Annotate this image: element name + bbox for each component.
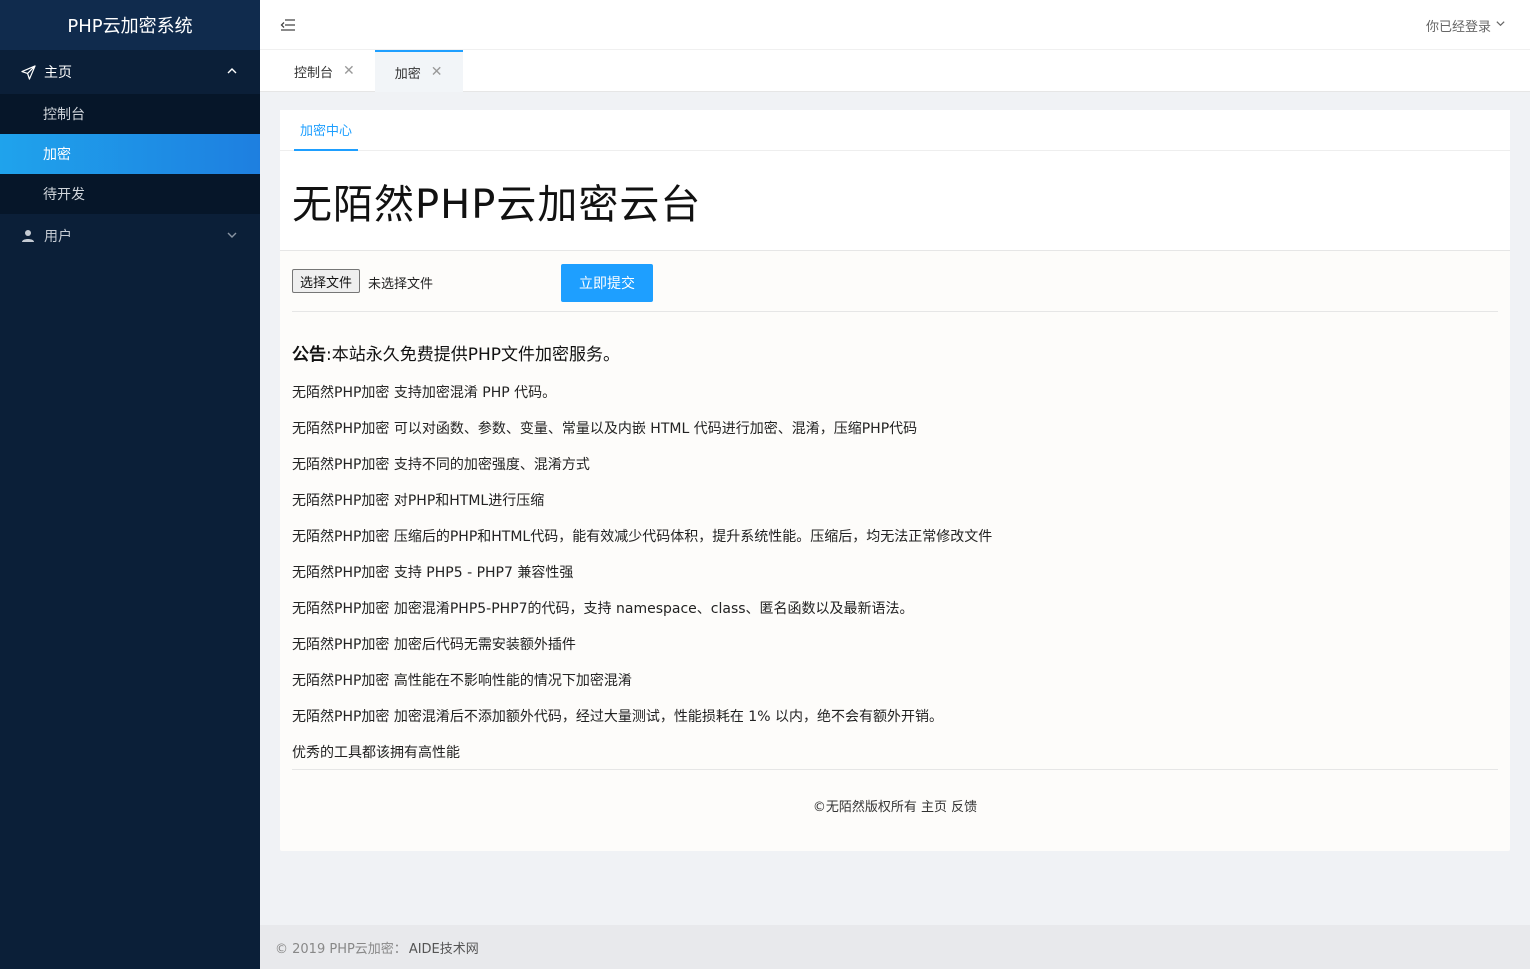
hero: 无陌然PHP云加密云台 bbox=[280, 151, 1510, 251]
notice: 公告:本站永久免费提供PHP文件加密服务。 bbox=[292, 340, 1498, 365]
footer-text: © 2019 PHP云加密： bbox=[275, 941, 407, 957]
chevron-down-icon bbox=[1495, 18, 1506, 33]
feature-line: 无陌然PHP加密 支持不同的加密强度、混淆方式 bbox=[292, 457, 590, 473]
paper-plane-icon bbox=[20, 64, 36, 80]
divider bbox=[292, 769, 1498, 770]
user-menu-label: 你已经登录 bbox=[1425, 20, 1491, 35]
tab-encrypt[interactable]: 加密 ✕ bbox=[374, 50, 463, 92]
feature-line: 无陌然PHP加密 可以对函数、参数、变量、常量以及内嵌 HTML 代码进行加密、… bbox=[292, 421, 918, 437]
feature-line: 无陌然PHP加密 加密混淆PHP5-PHP7的代码，支持 namespace、c… bbox=[292, 601, 914, 617]
chevron-up-icon bbox=[226, 65, 238, 81]
feature-line: 无陌然PHP加密 对PHP和HTML进行压缩 bbox=[292, 493, 545, 509]
user-icon bbox=[20, 228, 36, 244]
card-footer: ©无陌然版权所有 主页 反馈 bbox=[280, 796, 1510, 815]
notice-content: 公告:本站永久免费提供PHP文件加密服务。 无陌然PHP加密 支持加密混淆 PH… bbox=[292, 340, 1498, 779]
feature-line: 无陌然PHP加密 压缩后的PHP和HTML代码，能有效减少代码体积，提升系统性能… bbox=[292, 529, 993, 545]
footer-link-feedback[interactable]: 反馈 bbox=[951, 800, 977, 815]
top-header: 你已经登录 bbox=[260, 0, 1530, 50]
close-icon[interactable]: ✕ bbox=[343, 63, 355, 79]
tab-encrypt-center[interactable]: 加密中心 bbox=[294, 110, 359, 151]
tab-console[interactable]: 控制台 ✕ bbox=[260, 50, 375, 92]
feature-line: 无陌然PHP加密 高性能在不影响性能的情况下加密混淆 bbox=[292, 673, 632, 689]
notice-label: 公告 bbox=[292, 345, 326, 365]
tab-label: 加密 bbox=[394, 66, 421, 82]
sidebar-item-console[interactable]: 控制台 bbox=[0, 94, 260, 134]
feature-line: 无陌然PHP加密 支持加密混淆 PHP 代码。 bbox=[292, 385, 557, 401]
sidebar-item-pending[interactable]: 待开发 bbox=[0, 174, 260, 214]
page-footer: © 2019 PHP云加密： AIDE技术网 bbox=[260, 925, 1530, 969]
footer-brand-link[interactable]: AIDE技术网 bbox=[409, 938, 479, 957]
sidebar-group-label: 主页 bbox=[44, 65, 72, 81]
feature-line: 优秀的工具都该拥有高性能 bbox=[292, 745, 460, 761]
page-title: 无陌然PHP云加密云台 bbox=[292, 181, 702, 228]
sidebar-group-label: 用户 bbox=[44, 229, 72, 245]
page-tabs: 控制台 ✕ 加密 ✕ bbox=[260, 50, 1530, 92]
footer-link-home[interactable]: 主页 bbox=[921, 800, 947, 815]
app-logo[interactable]: PHP云加密系统 bbox=[0, 0, 260, 50]
menu-toggle-icon[interactable] bbox=[280, 17, 296, 37]
feature-line: 无陌然PHP加密 加密后代码无需安装额外插件 bbox=[292, 637, 576, 653]
user-menu[interactable]: 你已经登录 bbox=[1426, 16, 1506, 35]
choose-file-button[interactable]: 选择文件 bbox=[292, 269, 361, 293]
notice-text: :本站永久免费提供PHP文件加密服务。 bbox=[326, 345, 621, 365]
tab-label: 控制台 bbox=[294, 65, 334, 81]
sidebar-group-user[interactable]: 用户 bbox=[0, 214, 260, 258]
submit-button[interactable]: 立即提交 bbox=[561, 264, 653, 302]
card-tabs: 加密中心 bbox=[280, 110, 1510, 151]
sidebar-item-encrypt[interactable]: 加密 bbox=[0, 134, 260, 174]
feature-line: 无陌然PHP加密 支持 PHP5 - PHP7 兼容性强 bbox=[292, 565, 574, 581]
sidebar-group-home[interactable]: 主页 bbox=[0, 50, 260, 94]
feature-line: 无陌然PHP加密 加密混淆后不添加额外代码，经过大量测试，性能损耗在 1% 以内… bbox=[292, 709, 943, 725]
sidebar: PHP云加密系统 主页 控制台 加密 待开发 用户 bbox=[0, 0, 260, 969]
upload-form: 选择文件 未选择文件 立即提交 bbox=[292, 264, 1498, 312]
sidebar-submenu: 控制台 加密 待开发 bbox=[0, 94, 260, 214]
main-card: 加密中心 无陌然PHP云加密云台 选择文件 未选择文件 立即提交 公告:本站永久… bbox=[280, 110, 1510, 851]
copyright-text: ©无陌然版权所有 bbox=[812, 800, 917, 815]
chevron-down-icon bbox=[226, 229, 238, 245]
file-status: 未选择文件 bbox=[368, 277, 434, 292]
close-icon[interactable]: ✕ bbox=[431, 64, 443, 80]
